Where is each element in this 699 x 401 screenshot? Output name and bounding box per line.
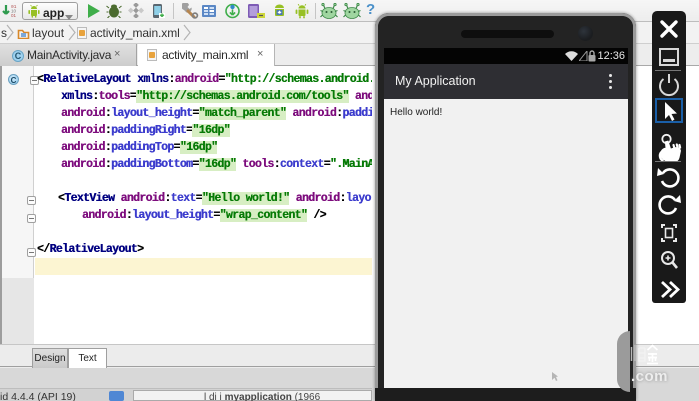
- svg-text:01: 01: [11, 13, 17, 18]
